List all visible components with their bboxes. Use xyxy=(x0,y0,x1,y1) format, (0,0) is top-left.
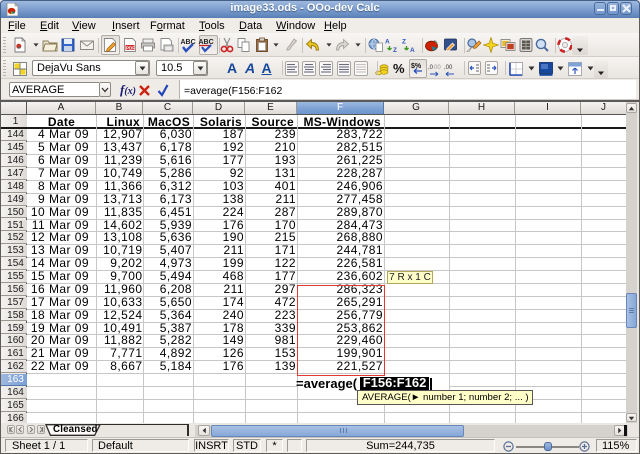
svg-text:PDF: PDF xyxy=(126,45,135,50)
svg-text:Z: Z xyxy=(402,39,406,46)
svg-text:A: A xyxy=(410,47,415,53)
svg-text:,0: ,0 xyxy=(428,65,434,71)
svg-text:,00: ,00 xyxy=(444,65,453,71)
svg-text:Z: Z xyxy=(393,47,397,53)
svg-text:A: A xyxy=(385,39,390,46)
svg-text:00: 00 xyxy=(434,65,441,71)
